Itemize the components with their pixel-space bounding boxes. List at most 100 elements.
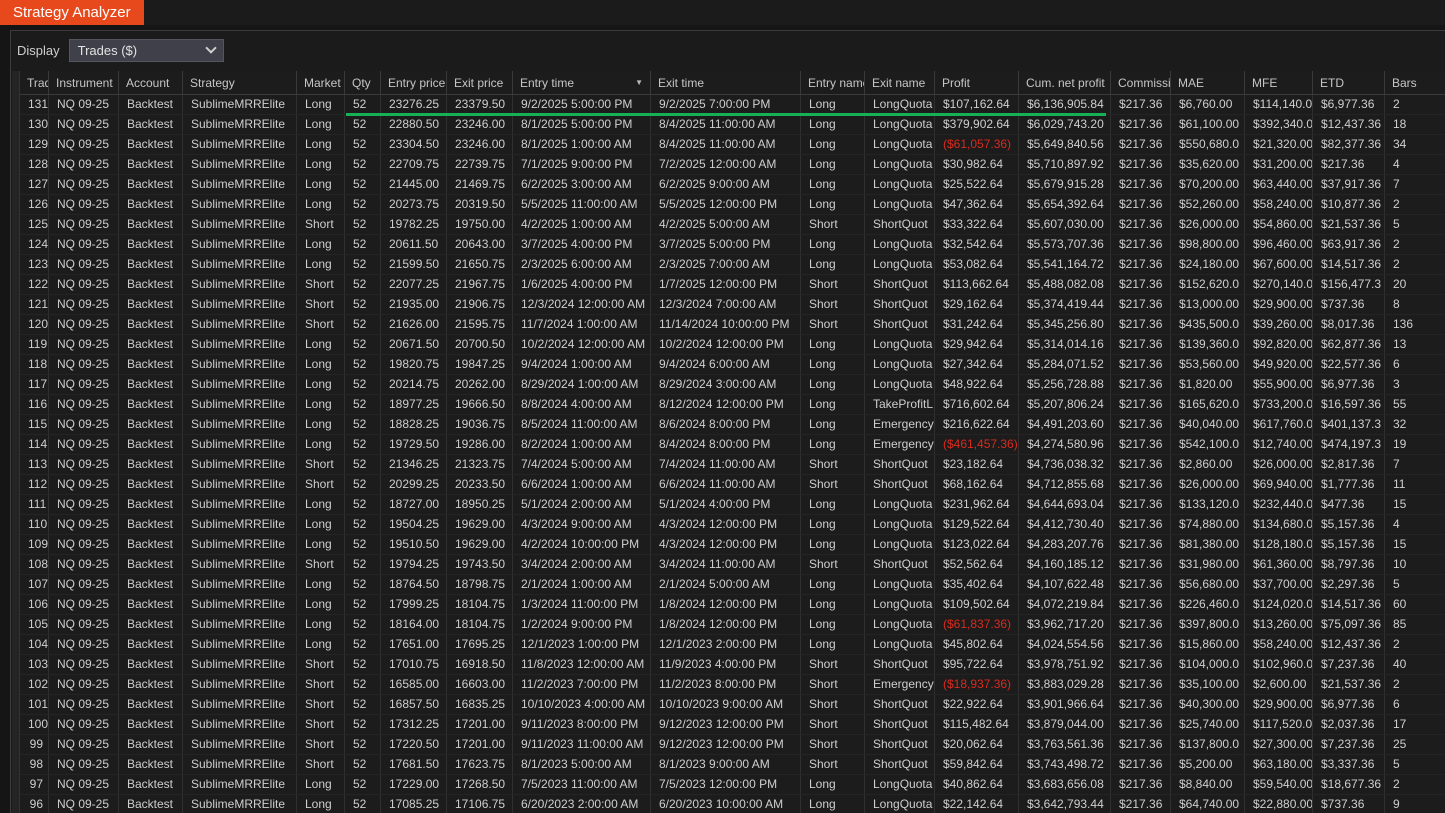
- cell: Long: [801, 235, 865, 254]
- cell: $217.36: [1111, 375, 1171, 394]
- table-row[interactable]: 126 NQ 09-25 Backtest SublimeMRRElite Long 52…: [20, 195, 1445, 215]
- table-row[interactable]: 115 NQ 09-25 Backtest SublimeMRRElite Long 52…: [20, 415, 1445, 435]
- column-header-cum-net-profit[interactable]: Cum. net profit: [1019, 71, 1111, 95]
- table-row[interactable]: 130 NQ 09-25 Backtest SublimeMRRElite Long 52…: [20, 115, 1445, 135]
- table-row[interactable]: 120 NQ 09-25 Backtest SublimeMRRElite Short 5…: [20, 315, 1445, 335]
- column-header-mfe[interactable]: MFE: [1245, 71, 1313, 95]
- cell: Backtest: [119, 95, 183, 114]
- cell: $115,482.64: [935, 715, 1019, 734]
- table-row[interactable]: 128 NQ 09-25 Backtest SublimeMRRElite Long 52…: [20, 155, 1445, 175]
- cell: $4,024,554.56: [1019, 635, 1111, 654]
- column-header-entry-name[interactable]: Entry name: [801, 71, 865, 95]
- cell: $5,200.00: [1171, 755, 1245, 774]
- column-header-mae[interactable]: MAE: [1171, 71, 1245, 95]
- cell: NQ 09-25: [49, 755, 119, 774]
- table-row[interactable]: 110 NQ 09-25 Backtest SublimeMRRElite Long 52…: [20, 515, 1445, 535]
- cell: 4/2/2025 5:00:00 AM: [651, 215, 801, 234]
- column-header-bars[interactable]: Bars: [1385, 71, 1445, 95]
- table-row[interactable]: 121 NQ 09-25 Backtest SublimeMRRElite Short 5…: [20, 295, 1445, 315]
- cell: 4/3/2024 12:00:00 PM: [651, 515, 801, 534]
- table-row[interactable]: 114 NQ 09-25 Backtest SublimeMRRElite Long 52…: [20, 435, 1445, 455]
- column-header-instrument[interactable]: Instrument: [49, 71, 119, 95]
- table-row[interactable]: 113 NQ 09-25 Backtest SublimeMRRElite Short 5…: [20, 455, 1445, 475]
- table-row[interactable]: 131 NQ 09-25 Backtest SublimeMRRElite Long 52…: [20, 95, 1445, 115]
- table-row[interactable]: 116 NQ 09-25 Backtest SublimeMRRElite Long 52…: [20, 395, 1445, 415]
- column-header-exit-time[interactable]: Exit time: [651, 71, 801, 95]
- sort-desc-icon: ▼: [635, 78, 643, 87]
- table-row[interactable]: 124 NQ 09-25 Backtest SublimeMRRElite Long 52…: [20, 235, 1445, 255]
- column-header-etd[interactable]: ETD: [1313, 71, 1385, 95]
- table-row[interactable]: 123 NQ 09-25 Backtest SublimeMRRElite Long 52…: [20, 255, 1445, 275]
- table-row[interactable]: 96 NQ 09-25 Backtest SublimeMRRElite Long 52 1…: [20, 795, 1445, 813]
- table-row[interactable]: 97 NQ 09-25 Backtest SublimeMRRElite Long 52 1…: [20, 775, 1445, 795]
- table-row[interactable]: 119 NQ 09-25 Backtest SublimeMRRElite Long 52…: [20, 335, 1445, 355]
- cell: $6,029,743.20: [1019, 115, 1111, 134]
- cell: ShortQuot: [865, 215, 935, 234]
- table-row[interactable]: 99 NQ 09-25 Backtest SublimeMRRElite Short 52…: [20, 735, 1445, 755]
- cell: 112: [20, 475, 49, 494]
- cell: 18: [1385, 115, 1445, 134]
- table-row[interactable]: 98 NQ 09-25 Backtest SublimeMRRElite Short 52…: [20, 755, 1445, 775]
- table-row[interactable]: 122 NQ 09-25 Backtest SublimeMRRElite Short 5…: [20, 275, 1445, 295]
- cell: Long: [801, 495, 865, 514]
- column-header-exit-price[interactable]: Exit price: [447, 71, 513, 95]
- cell: 4: [1385, 515, 1445, 534]
- table-row[interactable]: 129 NQ 09-25 Backtest SublimeMRRElite Long 52…: [20, 135, 1445, 155]
- cell: $6,760.00: [1171, 95, 1245, 114]
- cell: $217.36: [1111, 95, 1171, 114]
- cell: $217.36: [1111, 675, 1171, 694]
- cell: Long: [297, 195, 345, 214]
- column-header-profit[interactable]: Profit: [935, 71, 1019, 95]
- column-header-entry-time[interactable]: Entry time ▼: [513, 71, 651, 95]
- table-row[interactable]: 117 NQ 09-25 Backtest SublimeMRRElite Long 52…: [20, 375, 1445, 395]
- cell: $4,160,185.12: [1019, 555, 1111, 574]
- column-header-entry-price[interactable]: Entry price: [381, 71, 447, 95]
- table-row[interactable]: 106 NQ 09-25 Backtest SublimeMRRElite Long 52…: [20, 595, 1445, 615]
- cell: 21323.75: [447, 455, 513, 474]
- column-header-strategy[interactable]: Strategy: [183, 71, 297, 95]
- cell: 11: [1385, 475, 1445, 494]
- table-row[interactable]: 109 NQ 09-25 Backtest SublimeMRRElite Long 52…: [20, 535, 1445, 555]
- cell: 19504.25: [381, 515, 447, 534]
- table-row[interactable]: 111 NQ 09-25 Backtest SublimeMRRElite Long 52…: [20, 495, 1445, 515]
- cell: 52: [345, 615, 381, 634]
- table-row[interactable]: 107 NQ 09-25 Backtest SublimeMRRElite Long 52…: [20, 575, 1445, 595]
- cell: 21346.25: [381, 455, 447, 474]
- table-row[interactable]: 104 NQ 09-25 Backtest SublimeMRRElite Long 52…: [20, 635, 1445, 655]
- cell: 122: [20, 275, 49, 294]
- display-dropdown[interactable]: Trades ($): [68, 38, 224, 62]
- table-row[interactable]: 108 NQ 09-25 Backtest SublimeMRRElite Short 5…: [20, 555, 1445, 575]
- column-header-account[interactable]: Account: [119, 71, 183, 95]
- cell: ShortQuot: [865, 555, 935, 574]
- cell: 7: [1385, 455, 1445, 474]
- table-row[interactable]: 125 NQ 09-25 Backtest SublimeMRRElite Short 5…: [20, 215, 1445, 235]
- table-row[interactable]: 127 NQ 09-25 Backtest SublimeMRRElite Long 52…: [20, 175, 1445, 195]
- table-row[interactable]: 102 NQ 09-25 Backtest SublimeMRRElite Short 5…: [20, 675, 1445, 695]
- column-header-qty[interactable]: Qty: [345, 71, 381, 95]
- table-row[interactable]: 112 NQ 09-25 Backtest SublimeMRRElite Short 5…: [20, 475, 1445, 495]
- column-header-market[interactable]: Market: [297, 71, 345, 95]
- cell: 17623.75: [447, 755, 513, 774]
- cell: $7,237.36: [1313, 655, 1385, 674]
- cell: ($61,837.36): [935, 615, 1019, 634]
- cell: $70,200.00: [1171, 175, 1245, 194]
- column-header-exit-name[interactable]: Exit name: [865, 71, 935, 95]
- cell: 17085.25: [381, 795, 447, 813]
- table-row[interactable]: 105 NQ 09-25 Backtest SublimeMRRElite Long 52…: [20, 615, 1445, 635]
- cell: 8/4/2024 8:00:00 PM: [651, 435, 801, 454]
- column-header-commissio[interactable]: Commissio: [1111, 71, 1171, 95]
- cell: Backtest: [119, 475, 183, 494]
- cell: NQ 09-25: [49, 715, 119, 734]
- cell: $5,256,728.88: [1019, 375, 1111, 394]
- column-header-trad[interactable]: Trad: [20, 71, 49, 95]
- table-row[interactable]: 100 NQ 09-25 Backtest SublimeMRRElite Short 5…: [20, 715, 1445, 735]
- cell: LongQuota: [865, 535, 935, 554]
- cell: $217.36: [1111, 555, 1171, 574]
- table-row[interactable]: 101 NQ 09-25 Backtest SublimeMRRElite Short 5…: [20, 695, 1445, 715]
- strategy-analyzer-tab[interactable]: Strategy Analyzer: [0, 0, 144, 25]
- table-row[interactable]: 103 NQ 09-25 Backtest SublimeMRRElite Short 5…: [20, 655, 1445, 675]
- cell: $5,374,419.44: [1019, 295, 1111, 314]
- table-row[interactable]: 118 NQ 09-25 Backtest SublimeMRRElite Long 52…: [20, 355, 1445, 375]
- cell: $217.36: [1111, 655, 1171, 674]
- cell: 17268.50: [447, 775, 513, 794]
